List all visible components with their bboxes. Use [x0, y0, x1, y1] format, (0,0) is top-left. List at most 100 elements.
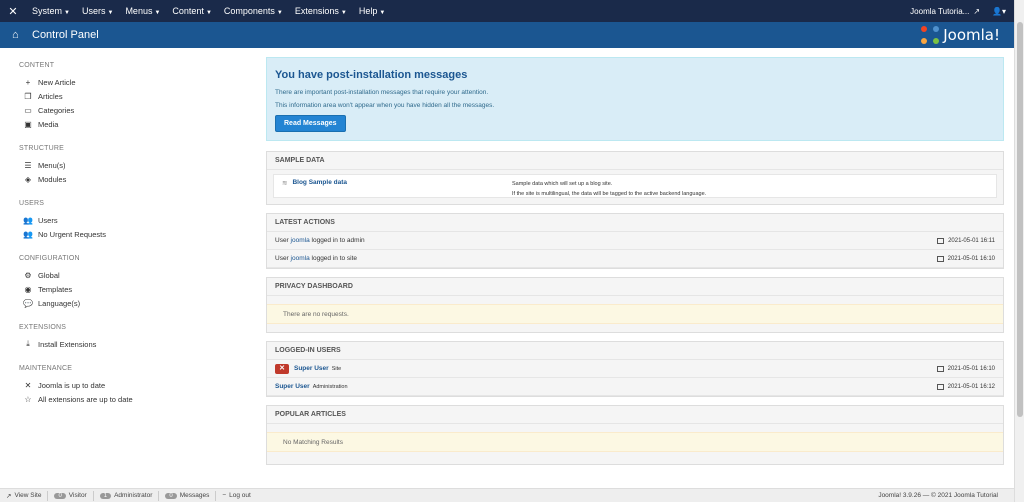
sidebar-heading-maintenance: MAINTENANCE: [19, 365, 73, 372]
joomla-logo-icon: [921, 26, 940, 44]
sidebar-item-menus[interactable]: ☰ Menu(s): [19, 158, 258, 172]
external-link-icon: ↗: [6, 492, 12, 500]
visitor-status: 0 Visitor: [48, 490, 94, 501]
joomla-logo-icon[interactable]: ✕: [0, 5, 26, 18]
external-link-icon[interactable]: ↗: [973, 7, 980, 16]
table-row: User joomla logged in to site 2021-05-01…: [267, 250, 1003, 268]
users-icon: 👥: [23, 229, 33, 239]
page-title: Control Panel: [32, 29, 99, 41]
menu-label: Content: [172, 6, 204, 16]
sidebar-heading-structure: STRUCTURE: [19, 145, 64, 152]
menu-users[interactable]: Users ▼: [76, 6, 119, 16]
menu-menus[interactable]: Menus ▼: [119, 6, 166, 16]
user-role: Site: [331, 365, 342, 372]
sidebar-heading-content: CONTENT: [19, 62, 55, 69]
sidebar-item-label: Install Extensions: [38, 339, 97, 349]
sample-desc-line: Sample data which will set up a blog sit…: [512, 181, 613, 187]
caret-down-icon: ▼: [107, 10, 114, 16]
comments-icon: 💬: [23, 298, 33, 308]
user-link[interactable]: joomla: [291, 255, 310, 262]
eye-icon: ◉: [24, 284, 32, 294]
sidebar-item-urgent-requests[interactable]: 👥 No Urgent Requests: [19, 227, 258, 241]
menu-label: Extensions: [294, 6, 339, 16]
sidebar-item-label: Language(s): [38, 298, 81, 308]
status-label: Messages: [179, 492, 210, 499]
sample-data-link[interactable]: ≋ Blog Sample data: [282, 179, 512, 193]
sidebar-item-label: Users: [38, 215, 58, 225]
main-content: You have post-installation messages Ther…: [266, 57, 1004, 465]
download-icon: ⤓: [26, 339, 30, 348]
menu-help[interactable]: Help ▼: [353, 6, 391, 16]
menu-extensions[interactable]: Extensions ▼: [289, 6, 353, 16]
sidebar-item-templates[interactable]: ◉ Templates: [19, 282, 258, 296]
status-label: View Site: [14, 492, 42, 499]
sidebar-item-users[interactable]: 👥 Users: [19, 213, 258, 227]
sidebar-item-label: Media: [38, 119, 59, 129]
menu-label: Help: [358, 6, 378, 16]
page-header: ⌂ Control Panel Joomla!: [0, 22, 1014, 48]
sample-data-panel: SAMPLE DATA ≋ Blog Sample data Sample da…: [266, 151, 1004, 205]
sidebar-item-install-extensions[interactable]: ⤓ Install Extensions: [19, 337, 258, 351]
menu-label: System: [32, 6, 63, 16]
users-icon: 👥: [23, 215, 33, 225]
sidebar-item-extensions-update[interactable]: ☆ All extensions are up to date: [19, 392, 258, 406]
user-menu-icon[interactable]: 👤▾: [992, 7, 1006, 16]
sidebar-heading-extensions: EXTENSIONS: [19, 324, 67, 331]
minus-icon: −: [222, 492, 227, 499]
popular-articles-panel: POPULAR ARTICLES No Matching Results: [266, 405, 1004, 465]
calendar-icon: [936, 255, 944, 262]
user-link[interactable]: Super User: [294, 365, 329, 372]
read-messages-button[interactable]: Read Messages: [275, 115, 346, 132]
sidebar-item-media[interactable]: ▣ Media: [19, 117, 258, 131]
image-icon: ▣: [24, 119, 32, 129]
panel-heading: POPULAR ARTICLES: [267, 406, 1003, 424]
logout-link[interactable]: − Log out: [216, 491, 256, 501]
status-bar: ↗ View Site 0 Visitor 1 Administrator 0 Mess…: [0, 488, 1014, 502]
scrollbar-thumb[interactable]: [1017, 22, 1023, 417]
sidebar-item-label: Menu(s): [38, 160, 66, 170]
sidebar-item-new-article[interactable]: + New Article: [19, 75, 258, 89]
sidebar-item-modules[interactable]: ◈ Modules: [19, 172, 258, 186]
sidebar-item-articles[interactable]: ❐ Articles: [19, 89, 258, 103]
page-scrollbar[interactable]: [1014, 0, 1024, 502]
sidebar-item-label: All extensions are up to date: [38, 394, 133, 404]
alert-title: You have post-installation messages: [275, 69, 468, 81]
login-date: 2021-05-01 16:10: [936, 365, 995, 372]
action-prefix: User: [275, 255, 289, 262]
action-text: logged in to site: [311, 255, 358, 262]
menu-label: Users: [81, 6, 106, 16]
user-link[interactable]: joomla: [291, 237, 310, 244]
popular-notice: No Matching Results: [267, 432, 1003, 452]
panel-heading: PRIVACY DASHBOARD: [267, 278, 1003, 296]
sidebar-item-label: New Article: [38, 77, 76, 87]
calendar-icon: [936, 383, 944, 390]
sidebar-item-categories[interactable]: ▭ Categories: [19, 103, 258, 117]
calendar-icon: [937, 237, 945, 244]
sidebar-heading-users: USERS: [19, 200, 45, 207]
messages-link[interactable]: 0 Messages: [159, 490, 217, 501]
table-row: ✕ Super User Site 2021-05-01 16:10: [267, 360, 1003, 378]
site-name-link[interactable]: Joomla Tutoria...: [910, 7, 969, 16]
menu-system[interactable]: System ▼: [26, 6, 76, 16]
caret-down-icon: ▼: [379, 10, 386, 16]
sidebar-item-label: Categories: [38, 105, 75, 115]
menu-content[interactable]: Content ▼: [166, 6, 217, 16]
view-site-link[interactable]: ↗ View Site: [0, 490, 49, 501]
sample-desc-line: If the site is multilingual, the data wi…: [512, 191, 707, 197]
logout-user-button[interactable]: ✕: [275, 363, 289, 374]
status-label: Log out: [229, 492, 251, 499]
plus-icon: +: [25, 77, 31, 87]
sidebar-item-global[interactable]: ⚙ Global: [19, 268, 258, 282]
sidebar-item-joomla-update[interactable]: ✕ Joomla is up to date: [19, 378, 258, 392]
status-label: Administrator: [114, 492, 153, 499]
sidebar-item-languages[interactable]: 💬 Language(s): [19, 296, 258, 310]
caret-down-icon: ▼: [205, 10, 212, 16]
table-row: User joomla logged in to admin 2021-05-0…: [267, 232, 1003, 250]
user-role: Administration: [312, 383, 348, 390]
date-text: 2021-05-01 16:11: [948, 237, 995, 244]
user-link[interactable]: Super User: [275, 383, 310, 390]
caret-down-icon: ▼: [64, 10, 70, 16]
date-text: 2021-05-01 16:10: [947, 255, 995, 262]
sidebar-item-label: No Urgent Requests: [38, 229, 106, 239]
menu-components[interactable]: Components ▼: [218, 6, 289, 16]
